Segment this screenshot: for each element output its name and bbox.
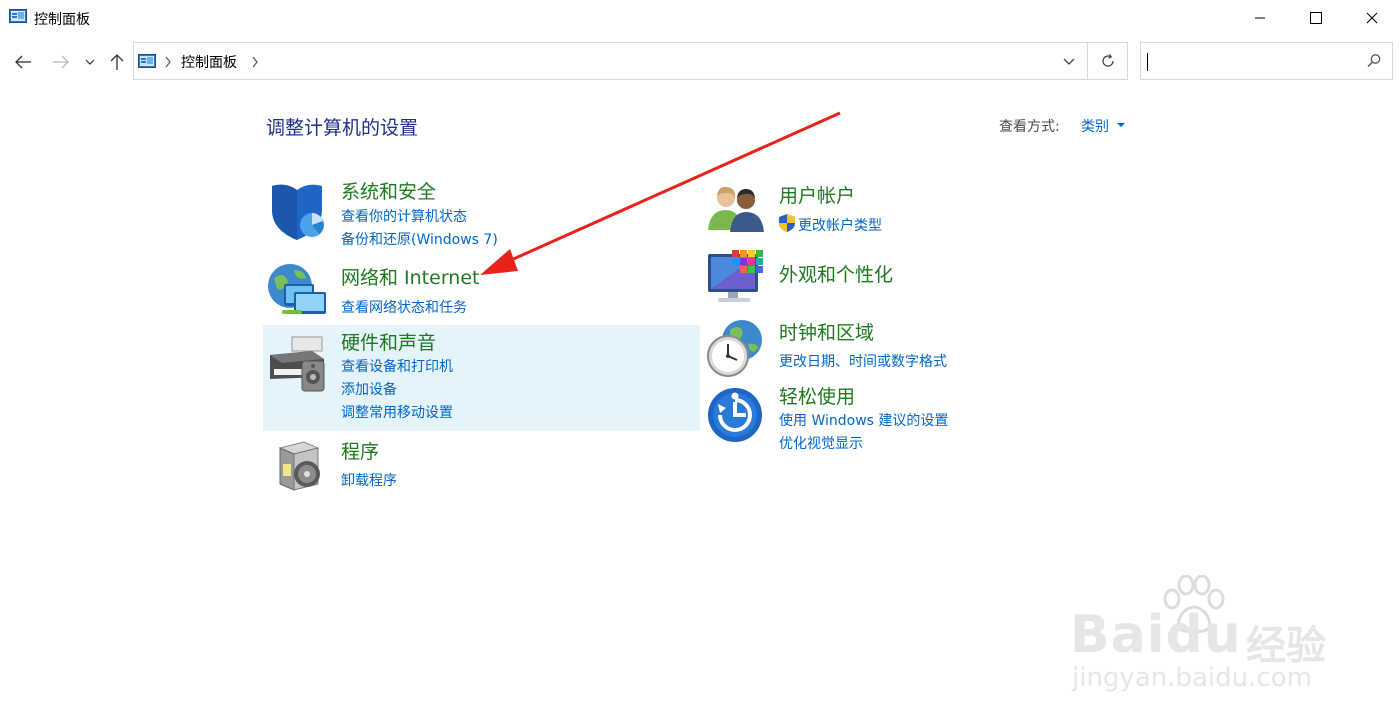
link-windows-suggested-settings[interactable]: 使用 Windows 建议的设置 xyxy=(779,410,948,430)
category-clock-region[interactable]: 时钟和区域 xyxy=(779,318,874,345)
view-by-label: 查看方式: xyxy=(999,119,1060,135)
clock-globe-icon[interactable] xyxy=(704,318,766,378)
link-view-network-status[interactable]: 查看网络状态和任务 xyxy=(341,297,467,317)
link-optimize-visual-display[interactable]: 优化视觉显示 xyxy=(779,433,863,453)
watermark-url: jingyan.baidu.com xyxy=(1072,663,1312,693)
maximize-icon xyxy=(1310,12,1322,24)
chevron-down-icon xyxy=(85,59,95,65)
minimize-button[interactable] xyxy=(1236,0,1284,36)
category-network-internet[interactable]: 网络和 Internet xyxy=(341,263,479,290)
minimize-icon xyxy=(1255,17,1265,19)
refresh-icon xyxy=(1101,54,1114,67)
recent-locations-button[interactable] xyxy=(80,50,100,74)
watermark-brand: Baidu xyxy=(1070,605,1242,665)
control-panel-icon xyxy=(138,54,156,68)
window-title: 控制面板 xyxy=(34,12,90,28)
printer-speaker-icon[interactable] xyxy=(266,333,328,393)
page-title: 调整计算机的设置 xyxy=(266,117,419,139)
link-mobility-settings[interactable]: 调整常用移动设置 xyxy=(341,402,453,422)
up-arrow-icon xyxy=(110,54,124,70)
control-panel-icon xyxy=(9,9,27,23)
close-button[interactable] xyxy=(1348,0,1396,36)
refresh-button[interactable] xyxy=(1088,42,1128,80)
link-change-date-time-format[interactable]: 更改日期、时间或数字格式 xyxy=(779,351,947,371)
text-cursor xyxy=(1147,53,1148,71)
category-hardware-sound[interactable]: 硬件和声音 xyxy=(341,328,436,355)
category-system-security[interactable]: 系统和安全 xyxy=(341,177,436,204)
title-bar: 控制面板 xyxy=(0,0,1399,36)
forward-arrow-icon xyxy=(53,55,69,69)
caret-down-icon[interactable] xyxy=(1117,123,1125,127)
breadcrumb-separator-icon[interactable] xyxy=(164,56,172,68)
shield-icon[interactable] xyxy=(266,180,328,242)
annotation-arrow xyxy=(480,111,841,275)
category-programs[interactable]: 程序 xyxy=(341,437,379,464)
close-icon xyxy=(1366,12,1378,24)
category-ease-of-access[interactable]: 轻松使用 xyxy=(779,382,855,409)
ease-of-access-icon[interactable] xyxy=(706,386,764,444)
link-view-devices-printers[interactable]: 查看设备和打印机 xyxy=(341,356,453,376)
hover-highlight xyxy=(263,325,700,431)
breadcrumb-control-panel[interactable]: 控制面板 xyxy=(181,52,237,72)
search-icon[interactable] xyxy=(1366,53,1382,69)
back-arrow-icon xyxy=(15,55,31,69)
programs-box-icon[interactable] xyxy=(274,438,324,494)
chevron-down-icon[interactable] xyxy=(1061,55,1077,69)
back-button[interactable] xyxy=(11,50,35,74)
link-uninstall-program[interactable]: 卸载程序 xyxy=(341,470,397,490)
search-input[interactable] xyxy=(1140,42,1393,80)
breadcrumb-separator-icon[interactable] xyxy=(251,56,259,68)
maximize-button[interactable] xyxy=(1292,0,1340,36)
forward-button[interactable] xyxy=(49,50,73,74)
address-bar[interactable]: 控制面板 xyxy=(133,42,1088,80)
network-globe-icon[interactable] xyxy=(266,262,330,320)
baidu-watermark: Baidu 经验 jingyan.baidu.com xyxy=(1070,575,1330,695)
link-add-device[interactable]: 添加设备 xyxy=(341,379,397,399)
up-button[interactable] xyxy=(105,50,129,74)
link-view-computer-status[interactable]: 查看你的计算机状态 xyxy=(341,206,467,226)
view-by-dropdown[interactable]: 类别 xyxy=(1081,116,1109,136)
